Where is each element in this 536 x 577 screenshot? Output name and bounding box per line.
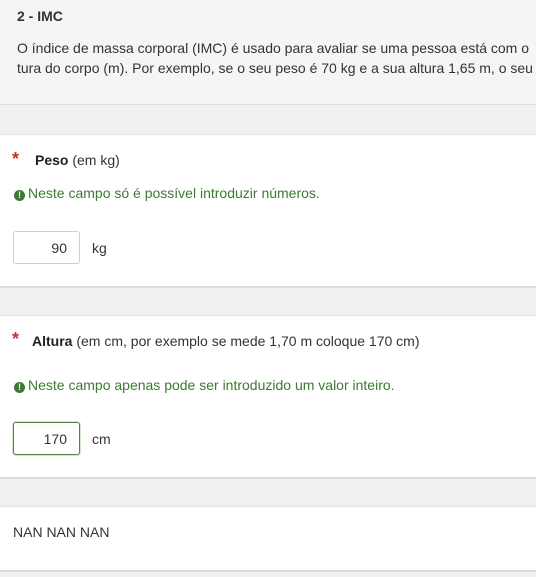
result-text: NAN NAN NAN [13,524,110,540]
question-title: 2 - IMC [17,8,63,24]
description-line-2: tura do corpo (m). Por exemplo, se o seu… [17,60,533,76]
height-tip: ! Neste campo apenas pode ser introduzido… [14,377,395,393]
exclamation-circle-icon: ! [14,382,25,393]
weight-input[interactable] [13,231,80,264]
weight-tip: ! Neste campo só é possível introduzir nú… [14,185,320,201]
required-asterisk: * [12,149,20,169]
weight-label: Peso (em kg) [35,152,120,168]
question-description: O índice de massa corporal (IMC) é usado… [17,38,536,78]
exclamation-circle-icon: ! [14,190,25,201]
result-box: NAN NAN NAN [0,506,536,572]
weight-label-main: Peso [35,152,69,168]
height-question: * Altura (em cm, por exemplo se mede 1,7… [0,315,536,479]
height-label-note: (em cm, por exemplo se mede 1,70 m coloq… [72,333,420,349]
description-line-1: O índice de massa corporal (IMC) é usado… [17,40,530,56]
height-label-main: Altura [32,333,73,349]
question-intro: 2 - IMC O índice de massa corporal (IMC)… [0,0,536,105]
height-unit: cm [92,431,111,447]
weight-label-note: (em kg) [68,152,120,168]
height-input[interactable] [13,422,80,455]
required-asterisk: * [12,329,20,349]
height-label: Altura (em cm, por exemplo se mede 1,70 … [32,333,420,349]
weight-tip-text: Neste campo só é possível introduzir núm… [28,185,320,201]
height-tip-text: Neste campo apenas pode ser introduzido … [28,377,395,393]
weight-question: * Peso (em kg) ! Neste campo só é possíve… [0,134,536,288]
weight-unit: kg [92,240,107,256]
